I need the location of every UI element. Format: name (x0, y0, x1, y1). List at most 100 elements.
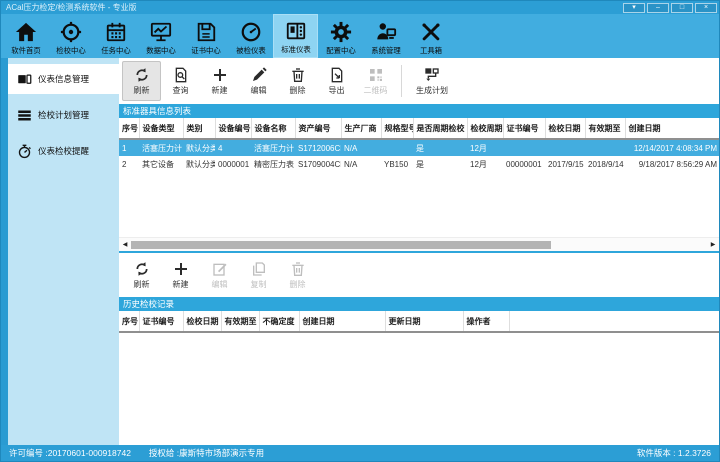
maximize-button[interactable]: □ (671, 3, 693, 13)
copy-icon (251, 261, 267, 277)
column-header[interactable]: 设备类型 (139, 118, 183, 139)
scroll-left-arrow[interactable]: ◀ (119, 238, 131, 252)
column-header[interactable]: 证书编号 (139, 311, 183, 332)
column-header[interactable]: 设备名称 (251, 118, 295, 139)
column-header[interactable]: 设备编号 (215, 118, 251, 139)
history-new-button[interactable]: 新建 (161, 255, 200, 295)
history-delete-button: 删除 (278, 255, 317, 295)
sidebar-item-calibration-plan[interactable]: 检校计划管理 (8, 100, 119, 130)
delete-button[interactable]: 删除 (278, 61, 317, 101)
search-doc-icon (173, 67, 189, 83)
plus-icon (212, 67, 228, 83)
column-header[interactable]: 资产编号 (295, 118, 341, 139)
close-button[interactable]: × (695, 3, 717, 13)
ribbon-item-calibration-center[interactable]: 检校中心 (48, 14, 93, 58)
column-header[interactable]: 类别 (183, 118, 215, 139)
calendar-icon (105, 21, 127, 43)
column-header[interactable]: 检校日期 (183, 311, 221, 332)
authorized-to: 授权给 :康斯特市场部演示专用 (149, 447, 264, 459)
ribbon-item-home[interactable]: 软件首页 (3, 14, 48, 58)
button-label: 编辑 (251, 85, 267, 96)
main-area: 仪表信息管理 检校计划管理 仪表检校提醒 刷新 查询 (1, 58, 719, 445)
plus-icon (173, 261, 189, 277)
column-header[interactable]: 有效期至 (585, 118, 625, 139)
scroll-right-arrow[interactable]: ▶ (707, 238, 719, 252)
software-version: 软件版本 : 1.2.3726 (637, 447, 711, 459)
table-row[interactable]: 2 其它设备 默认分类 0000001 精密压力表 S1709004CN N/A… (119, 156, 719, 173)
edit-button[interactable]: 编辑 (239, 61, 278, 101)
new-button[interactable]: 新建 (200, 61, 239, 101)
minimize-button[interactable]: – (647, 3, 669, 13)
trash-icon (290, 261, 306, 277)
cell (381, 139, 413, 156)
cell: 2017/9/15 (545, 156, 585, 173)
sidebar-item-label: 检校计划管理 (38, 109, 89, 121)
column-header[interactable]: 不确定度 (259, 311, 299, 332)
ribbon-item-task-center[interactable]: 任务中心 (93, 14, 138, 58)
ribbon-item-config-center[interactable]: 配置中心 (318, 14, 363, 58)
cell: 2018/9/14 (585, 156, 625, 173)
generate-plan-button[interactable]: 生成计划 (408, 61, 456, 101)
cell: N/A (341, 156, 381, 173)
column-header[interactable]: 有效期至 (221, 311, 259, 332)
history-toolbar: 刷新 新建 编辑 复制 删除 (119, 253, 719, 297)
column-header[interactable]: 更新日期 (385, 311, 463, 332)
ribbon-item-toolbox[interactable]: 工具箱 (408, 14, 453, 58)
column-header[interactable]: 是否周期检校 (413, 118, 467, 139)
table-header-row: 序号 证书编号 检校日期 有效期至 不确定度 创建日期 更新日期 操作者 (119, 311, 719, 332)
ribbon-item-label: 被检仪表 (236, 45, 265, 55)
ribbon-item-label: 任务中心 (101, 45, 130, 55)
sidebar-item-calibration-reminder[interactable]: 仪表检校提醒 (8, 136, 119, 166)
column-header[interactable]: 规格型号 (381, 118, 413, 139)
qrcode-button: 二维码 (356, 61, 395, 101)
ribbon-item-standard-instruments[interactable]: 标准仪表 (273, 14, 318, 58)
scrollbar-thumb[interactable] (131, 241, 551, 249)
table2-empty-area (119, 333, 719, 445)
skin-button[interactable]: ▾ (623, 3, 645, 13)
button-label: 导出 (329, 85, 345, 96)
ribbon-item-inspected-instruments[interactable]: 被检仪表 (228, 14, 273, 58)
ribbon-item-label: 检校中心 (56, 45, 85, 55)
column-header[interactable]: 检校日期 (545, 118, 585, 139)
export-button[interactable]: 导出 (317, 61, 356, 101)
panel2-header: 历史检校记录 (119, 297, 719, 311)
cell: 4 (215, 139, 251, 156)
ribbon-item-data-center[interactable]: 数据中心 (138, 14, 183, 58)
cell: 12月 (467, 156, 503, 173)
table-row-selected[interactable]: 1 活塞压力计 默认分类 4 活塞压力计 S1712006CN N/A 是 12… (119, 139, 719, 156)
query-button[interactable]: 查询 (161, 61, 200, 101)
license-number: 许可编号 :20170601-000918742 (9, 447, 131, 459)
standard-instruments-toolbar: 刷新 查询 新建 编辑 删除 (119, 58, 719, 104)
left-gutter (1, 58, 8, 445)
sidebar-item-label: 仪表信息管理 (38, 73, 89, 85)
cell: 12/14/2017 4:08:34 PM (625, 139, 719, 156)
sidebar-item-instrument-info[interactable]: 仪表信息管理 (8, 64, 119, 94)
ribbon-item-certificate-center[interactable]: 证书中心 (183, 14, 228, 58)
cell: 1 (119, 139, 139, 156)
ribbon-item-label: 配置中心 (326, 45, 355, 55)
history-refresh-button[interactable]: 刷新 (122, 255, 161, 295)
stopwatch-icon (17, 144, 32, 159)
title-bar: ACal压力检定/检测系统软件 - 专业版 ▾ – □ × (1, 1, 719, 14)
column-header[interactable]: 创建日期 (625, 118, 719, 139)
ribbon-item-system-admin[interactable]: 系统管理 (363, 14, 408, 58)
column-header[interactable]: 创建日期 (299, 311, 385, 332)
column-header[interactable]: 证书编号 (503, 118, 545, 139)
generate-plan-icon (424, 67, 440, 83)
column-header[interactable]: 检校周期 (467, 118, 503, 139)
user-admin-icon (375, 21, 397, 43)
cell (585, 139, 625, 156)
horizontal-scrollbar[interactable]: ◀ ▶ (119, 237, 719, 251)
history-copy-button: 复制 (239, 255, 278, 295)
cell: YB150 (381, 156, 413, 173)
column-header[interactable]: 生产厂商 (341, 118, 381, 139)
cell: 00000001 (503, 156, 545, 173)
column-header[interactable]: 序号 (119, 118, 139, 139)
qr-code-icon (368, 67, 384, 83)
target-icon (60, 21, 82, 43)
refresh-button[interactable]: 刷新 (122, 61, 161, 101)
column-header[interactable]: 操作者 (463, 311, 509, 332)
instrument-info-icon (17, 72, 32, 87)
column-header[interactable]: 序号 (119, 311, 139, 332)
toolbar-separator (401, 65, 402, 97)
